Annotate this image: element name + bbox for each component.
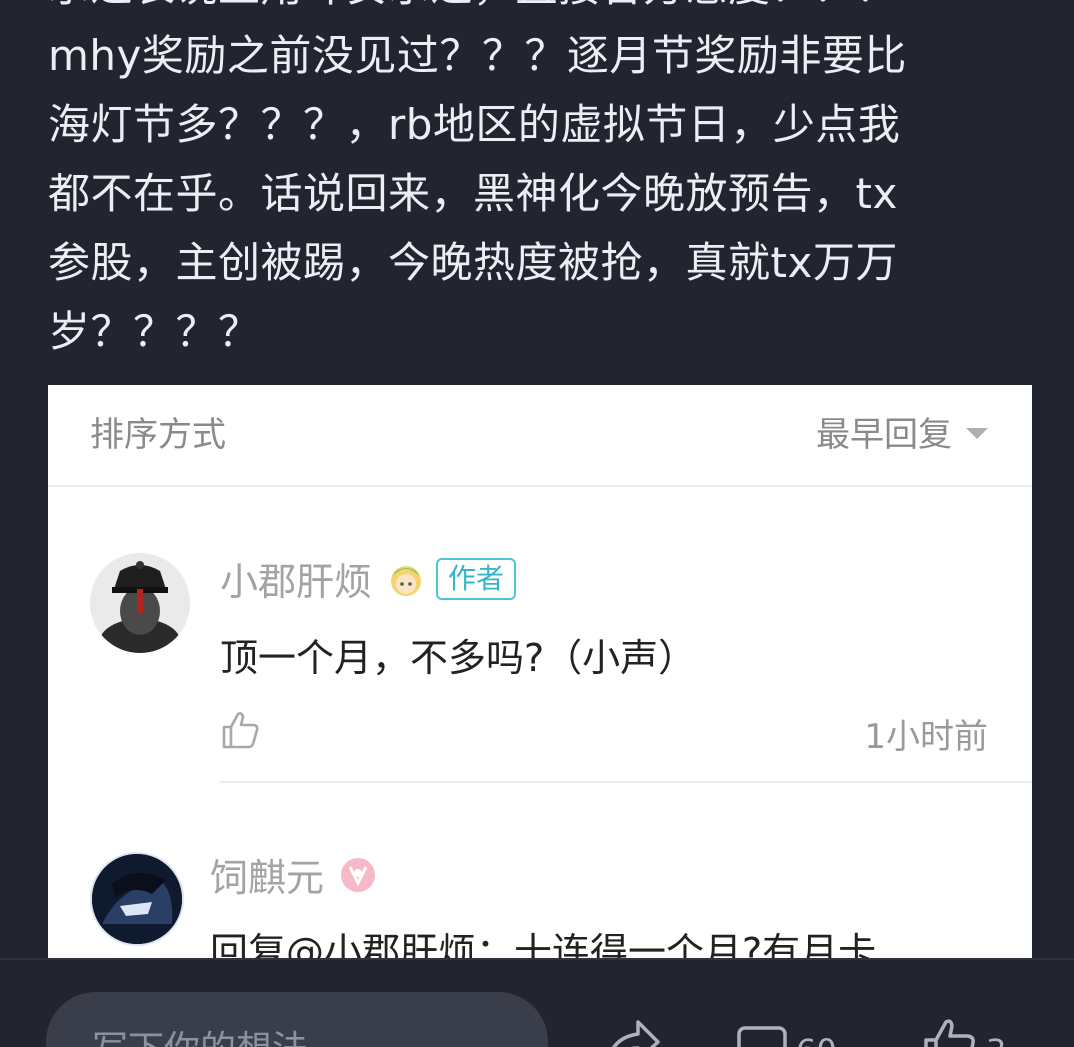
comment-username[interactable]: 小郡肝烦 作者 <box>220 551 517 606</box>
bottom-toolbar: 写下你的想法 60 3 <box>0 958 1074 1047</box>
sort-dropdown[interactable]: 最早回复 <box>816 407 988 456</box>
avatar-image <box>92 854 182 944</box>
post-body: 示过长说上用叶安示过，直接官方态度？？？ mhy奖励之前没见过？？？逐月节奖励非… <box>48 0 1028 366</box>
comment-content: 回复@小郡肝烦：十连得一个月?有月卡 <box>210 930 877 959</box>
username-text: 小郡肝烦 <box>220 560 373 604</box>
post-text-line-cut: 示过长说上用叶安示过，直接官方态度？？？ <box>48 0 1028 21</box>
divider <box>220 781 1032 783</box>
thumbs-up-icon <box>924 1019 975 1047</box>
avatar-image <box>90 553 190 653</box>
post-text-line: 参股，主创被踢，今晚热度被抢，真就tx万万 <box>48 238 898 287</box>
comment-count: 60 <box>796 1032 837 1047</box>
comment-content: 顶一个月，不多吗?（小声） <box>220 636 697 680</box>
comment-button[interactable]: 60 <box>736 1010 837 1047</box>
comment-time: 1小时前 <box>864 717 988 757</box>
caret-down-icon <box>966 428 988 439</box>
comment-input-placeholder: 写下你的想法 <box>92 1020 308 1047</box>
comment-item: 小郡肝烦 作者 顶一个月，不多吗?（小声） 1小时前 <box>48 487 1032 783</box>
comment-item: 饲麒元 回复@小郡肝烦：十连得一个月?有月卡 <box>48 785 1032 959</box>
sort-bar: 排序方式 最早回复 <box>48 385 1032 487</box>
sort-label: 排序方式 <box>90 415 226 455</box>
post-text-line: 海灯节多？？？，rb地区的虚拟节日，少点我 <box>48 100 901 149</box>
avatar[interactable] <box>90 852 184 946</box>
comment-icon <box>737 1026 787 1047</box>
character-badge-icon <box>391 565 422 596</box>
share-icon <box>612 1020 660 1047</box>
post-page: 示过长说上用叶安示过，直接官方态度？？？ mhy奖励之前没见过？？？逐月节奖励非… <box>0 0 1074 1047</box>
post-text-line: 都不在乎。话说回来，黑神化今晚放预告，tx <box>48 169 898 218</box>
post-text-line: mhy奖励之前没见过？？？逐月节奖励非要比 <box>48 31 907 80</box>
like-button[interactable]: 3 <box>922 1010 1006 1047</box>
post-text-line: 岁？？？？ <box>48 307 261 356</box>
sort-value: 最早回复 <box>816 415 952 455</box>
comment-username[interactable]: 饲麒元 <box>210 847 380 902</box>
share-button[interactable] <box>600 1010 662 1047</box>
like-count: 3 <box>986 1032 1006 1047</box>
character-badge-icon <box>341 857 376 892</box>
author-badge: 作者 <box>436 557 517 600</box>
comment-input[interactable]: 写下你的想法 <box>46 992 548 1047</box>
thumbs-up-icon[interactable] <box>220 709 262 751</box>
embedded-comment-screenshot[interactable]: 排序方式 最早回复 小郡肝烦 作者 顶一个月，不多吗?（小声） 1小时前 饲麒元… <box>48 385 1032 959</box>
username-text: 饲麒元 <box>210 856 325 900</box>
avatar[interactable] <box>90 553 190 653</box>
